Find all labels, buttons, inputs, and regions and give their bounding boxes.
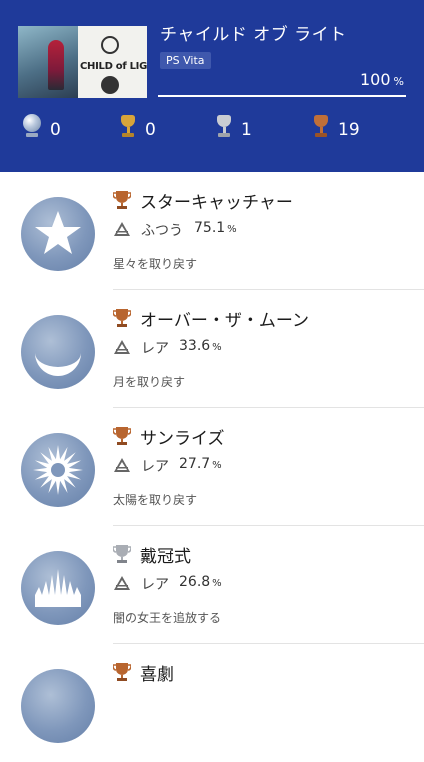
silver-count-value: 1 [241,120,252,140]
crown-icon [21,551,95,625]
cover-emblem-icon [101,36,119,54]
moon-icon [21,315,95,389]
trophy-row[interactable]: サンライズ レア 27.7% 太陽を取り戻す [0,408,424,526]
progress-unit: % [393,75,404,88]
rarity-label: ふつう [141,223,183,239]
game-cover-image: CHILD of LIGHT [18,26,147,98]
bronze-trophy-icon [312,113,330,139]
trophy-row[interactable]: スターキャッチャー ふつう 75.1% 星々を取り戻す [0,172,424,290]
silver-count: 1 [215,112,252,140]
rarity-icon [114,458,130,472]
rarity-percent: 26.8% [179,574,222,590]
rarity-icon [114,222,130,236]
platform-badge: PS Vita [160,52,211,69]
trophy-name: スターキャッチャー [140,193,293,213]
trophy-description: 闇の女王を追放する [113,611,222,625]
silver-trophy-icon [215,113,233,139]
sun-icon [21,433,95,507]
rarity-percent-value: 33.6 [179,338,211,354]
bronze-trophy-icon [113,427,131,445]
progress-bar-fill [158,95,406,97]
bronze-count-value: 19 [338,120,360,140]
rarity-percent-value: 26.8 [179,574,211,590]
trophy-description: 太陽を取り戻す [113,493,198,507]
bronze-trophy-icon [113,191,131,209]
platinum-count: 0 [22,112,61,140]
rarity-label: レア [141,459,169,475]
rarity-percent-unit: % [212,460,222,471]
trophy-description: 月を取り戻す [113,375,186,389]
rarity-percent: 33.6% [179,338,222,354]
rarity-percent: 75.1% [194,220,237,236]
trophy-name: オーバー・ザ・ムーン [140,311,309,331]
rarity-percent-unit: % [227,224,237,235]
trophy-description: 星々を取り戻す [113,257,198,271]
rarity-percent: 27.7% [179,456,222,472]
trophy-row[interactable]: 喜劇 [0,644,424,762]
bronze-count: 19 [312,112,360,140]
trophy-name: 喜劇 [140,665,174,685]
rarity-percent-unit: % [212,342,222,353]
bronze-trophy-icon [113,309,131,327]
progress-bar [158,95,406,97]
silver-trophy-icon [113,545,131,563]
platinum-count-value: 0 [50,120,61,140]
trophy-list: スターキャッチャー ふつう 75.1% 星々を取り戻す オーバー・ザ・ムーン レ… [0,172,424,762]
rarity-percent-value: 27.7 [179,456,211,472]
cover-character [48,40,64,90]
game-title: チャイルド オブ ライト [160,25,347,45]
rarity-percent-value: 75.1 [194,220,226,236]
star-icon [21,197,95,271]
progress-value: 100% [360,70,404,89]
cover-logo-text: CHILD of LIGHT [80,61,147,72]
trophy-row[interactable]: オーバー・ザ・ムーン レア 33.6% 月を取り戻す [0,290,424,408]
rarity-icon [114,576,130,590]
platinum-trophy-icon [22,113,42,139]
rarity-label: レア [141,341,169,357]
gold-count: 0 [119,112,156,140]
rarity-label: レア [141,577,169,593]
trophy-name: 戴冠式 [140,547,191,567]
gold-trophy-icon [119,113,137,139]
game-header: CHILD of LIGHT チャイルド オブ ライト PS Vita 100%… [0,0,424,172]
progress-number: 100 [360,70,391,89]
rarity-icon [114,340,130,354]
gold-count-value: 0 [145,120,156,140]
cover-seal-icon [101,76,119,94]
trophy-row[interactable]: 戴冠式 レア 26.8% 闇の女王を追放する [0,526,424,644]
rarity-percent-unit: % [212,578,222,589]
trophy-counts: 0 0 1 19 [0,112,424,152]
bronze-trophy-icon [113,663,131,681]
trophy-name: サンライズ [140,429,225,449]
mask-icon [21,669,95,743]
